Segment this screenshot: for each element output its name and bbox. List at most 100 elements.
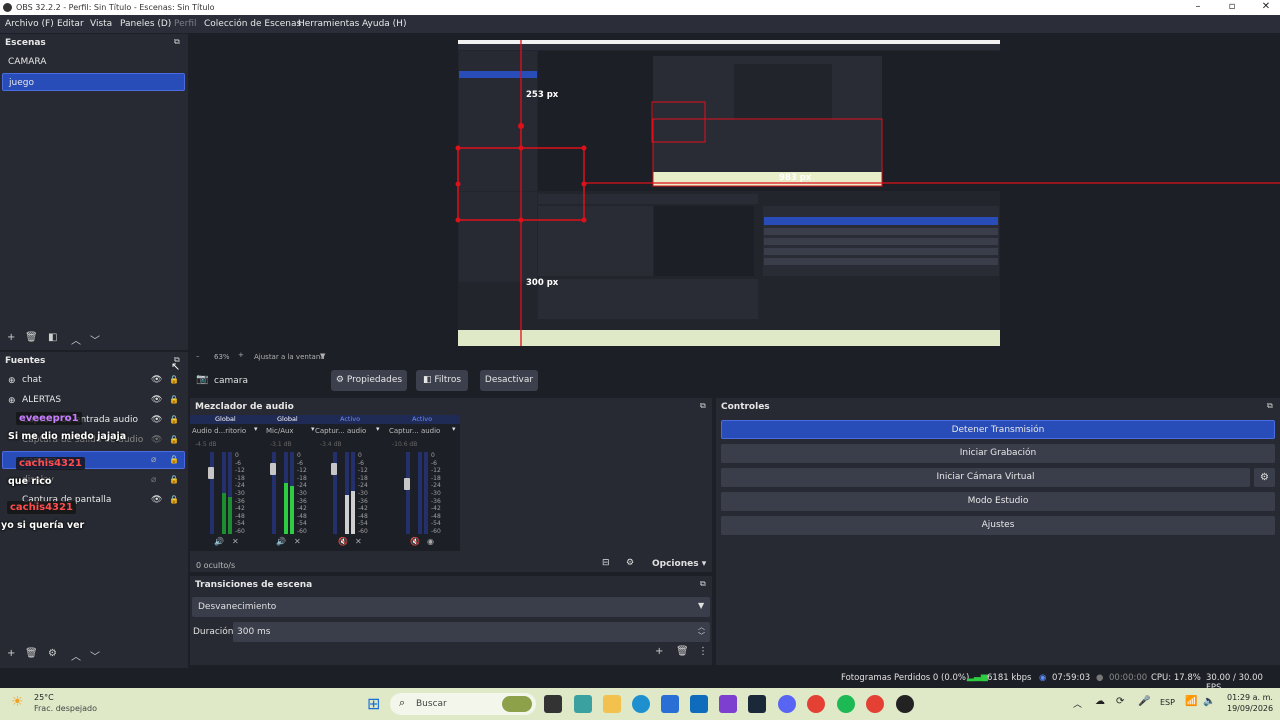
menu-archivo[interactable]: Archivo (F) — [5, 19, 54, 29]
properties-button[interactable]: ⚙ Propiedades — [331, 370, 407, 391]
file-explorer-icon[interactable] — [603, 695, 621, 713]
settings-button[interactable]: Ajustes — [721, 516, 1275, 535]
task-view-icon[interactable] — [544, 695, 562, 713]
gear-icon[interactable]: ⚙ — [48, 648, 57, 659]
chevron-down-icon[interactable]: ▾ — [376, 425, 380, 433]
studio-mode-button[interactable]: Modo Estudio — [721, 492, 1275, 511]
lock-icon[interactable]: 🔒 — [169, 495, 179, 504]
duration-input[interactable]: 300 ms ︿ ﹀ — [233, 622, 710, 642]
lock-icon[interactable]: 🔒 — [169, 435, 179, 444]
speaker-muted-icon[interactable]: 🔇 — [338, 537, 348, 546]
scene-item-selected[interactable]: juego — [2, 73, 185, 91]
slack-icon[interactable] — [719, 695, 737, 713]
tray-overflow-icon[interactable]: ︿ — [1073, 697, 1082, 710]
lock-icon[interactable]: 🔒 — [169, 395, 179, 404]
chrome-icon[interactable] — [866, 695, 884, 713]
zoom-out-icon[interactable]: – — [196, 352, 200, 360]
trash-icon[interactable]: 🗑 — [676, 646, 689, 657]
chrome-icon[interactable] — [807, 695, 825, 713]
eye-icon[interactable]: 👁 — [151, 495, 162, 505]
speaker-icon[interactable]: 🔊 — [276, 537, 286, 546]
preview-area[interactable]: 253 px 983 px 300 px — [192, 34, 1280, 350]
move-down-icon[interactable]: ﹀ — [90, 648, 100, 663]
chevron-down-icon[interactable]: ﹀ — [698, 631, 705, 641]
maximize-icon[interactable]: ▫ — [1222, 1, 1242, 14]
menu-paneles[interactable]: Paneles (D) — [120, 19, 171, 29]
chevron-down-icon[interactable]: ▾ — [311, 425, 315, 433]
move-up-icon[interactable]: ︿ — [71, 332, 81, 347]
volume-fader[interactable] — [331, 463, 337, 475]
menu-editar[interactable]: Editar — [57, 19, 84, 29]
advanced-audio-icon[interactable]: ⚙ — [626, 558, 634, 568]
widgets-icon[interactable] — [574, 695, 592, 713]
eye-hidden-icon[interactable]: ⌀ — [151, 475, 156, 485]
eye-icon[interactable]: 👁 — [151, 435, 162, 445]
eye-icon[interactable]: 👁 — [151, 395, 162, 405]
chevron-down-icon[interactable]: ▾ — [254, 425, 258, 433]
edge-icon[interactable] — [632, 695, 650, 713]
trash-icon[interactable]: 🗑 — [25, 332, 38, 343]
chevron-down-icon[interactable]: ▼ — [320, 352, 325, 360]
menu-herramientas[interactable]: Herramientas — [298, 19, 359, 29]
clock-date[interactable]: 19/09/2026 — [1227, 704, 1273, 713]
discord-icon[interactable] — [778, 695, 796, 713]
lock-icon[interactable]: 🔒 — [169, 415, 179, 424]
monitor-icon[interactable]: ◉ — [427, 537, 434, 546]
tray-icon[interactable]: ⟳ — [1116, 696, 1124, 707]
wifi-icon[interactable]: 📶 — [1185, 696, 1197, 707]
language-indicator[interactable]: ESP — [1160, 698, 1175, 707]
move-up-icon[interactable]: ︿ — [71, 648, 81, 663]
filters-button[interactable]: ◧ Filtros — [416, 370, 468, 391]
tray-icon[interactable]: ☁ — [1095, 696, 1105, 707]
volume-icon[interactable]: 🔈 — [1203, 696, 1215, 707]
undock-icon[interactable]: ⧉ — [174, 37, 180, 47]
volume-fader[interactable] — [404, 478, 410, 490]
undock-icon[interactable]: ⧉ — [700, 579, 706, 589]
lock-icon[interactable]: 🔒 — [169, 375, 179, 384]
mute-x-icon[interactable]: ✕ — [232, 537, 239, 546]
transition-select[interactable]: Desvanecimiento ▼ — [192, 597, 710, 617]
steam-icon[interactable] — [748, 695, 766, 713]
spotify-icon[interactable] — [837, 695, 855, 713]
scene-item[interactable]: CAMARA — [2, 53, 185, 71]
undock-icon[interactable]: ⧉ — [700, 401, 706, 411]
mixer-options-button[interactable]: Opciones ▾ — [652, 559, 706, 569]
add-icon[interactable]: + — [7, 332, 15, 343]
filter-icon[interactable]: ◧ — [48, 332, 57, 343]
minimize-icon[interactable]: – — [1188, 1, 1208, 14]
chevron-down-icon[interactable]: ▾ — [452, 425, 456, 433]
speaker-muted-icon[interactable]: 🔇 — [410, 537, 420, 546]
gear-icon[interactable]: ⚙ — [1254, 468, 1275, 487]
deactivate-button[interactable]: Desactivar — [480, 370, 538, 391]
zoom-in-icon[interactable]: + — [238, 351, 244, 359]
mic-icon[interactable]: 🎤 — [1138, 696, 1150, 707]
eye-hidden-icon[interactable]: ⌀ — [151, 455, 156, 465]
menu-vista[interactable]: Vista — [90, 19, 112, 29]
zoom-fit-select[interactable]: Ajustar a la ventana — [254, 353, 325, 361]
eye-icon[interactable]: 👁 — [151, 415, 162, 425]
obs-taskbar-icon[interactable] — [896, 695, 914, 713]
start-recording-button[interactable]: Iniciar Grabación — [721, 444, 1275, 463]
eye-icon[interactable]: 👁 — [151, 375, 162, 385]
volume-fader[interactable] — [208, 467, 214, 479]
add-icon[interactable]: + — [7, 648, 15, 659]
more-icon[interactable]: ⋮ — [698, 646, 708, 657]
menu-perfil[interactable]: Perfil — [174, 19, 197, 29]
stop-streaming-button[interactable]: Detener Transmisión — [721, 420, 1275, 439]
trash-icon[interactable]: 🗑 — [25, 648, 38, 659]
menu-coleccion[interactable]: Colección de Escenas — [204, 19, 301, 29]
move-down-icon[interactable]: ﹀ — [90, 332, 100, 347]
windows-start-icon[interactable]: ⊞ — [367, 694, 380, 713]
menu-ayuda[interactable]: Ayuda (H) — [362, 19, 406, 29]
store-icon[interactable] — [661, 695, 679, 713]
add-icon[interactable]: + — [655, 646, 663, 657]
mute-x-icon[interactable]: ✕ — [294, 537, 301, 546]
undock-icon[interactable]: ⧉ — [1267, 401, 1273, 411]
lock-icon[interactable]: 🔒 — [169, 475, 179, 484]
start-virtual-cam-button[interactable]: Iniciar Cámara Virtual — [721, 468, 1250, 487]
speaker-icon[interactable]: 🔊 — [214, 537, 224, 546]
mute-x-icon[interactable]: ✕ — [355, 537, 362, 546]
taskbar-search[interactable]: ⌕ Buscar — [390, 693, 536, 715]
clock-time[interactable]: 01:29 a. m. — [1227, 693, 1273, 702]
lock-icon[interactable]: 🔒 — [169, 455, 179, 464]
